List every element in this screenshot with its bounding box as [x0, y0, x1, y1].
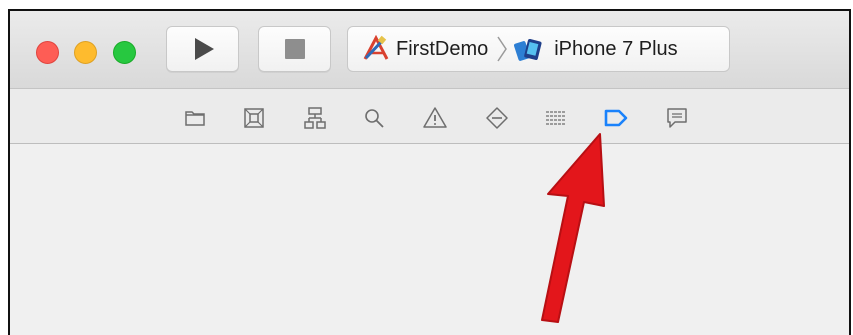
tab-report-navigator[interactable] — [662, 103, 692, 133]
xcode-window: FirstDemo iPhone 7 Plus — [8, 9, 851, 335]
hierarchy-icon — [304, 107, 326, 129]
diamond-minus-icon — [486, 107, 508, 129]
search-icon — [365, 109, 384, 128]
maximize-window-button[interactable] — [113, 41, 136, 64]
scheme-selector[interactable]: FirstDemo iPhone 7 Plus — [347, 26, 730, 72]
navigator-content-area — [10, 145, 849, 335]
scheme-device-label: iPhone 7 Plus — [554, 37, 678, 60]
tab-test-navigator[interactable] — [482, 103, 512, 133]
close-window-button[interactable] — [36, 41, 59, 64]
red-pointer-arrow — [541, 133, 605, 323]
warning-icon — [423, 107, 447, 128]
play-icon — [195, 38, 214, 60]
breakpoint-icon — [604, 109, 628, 127]
tab-source-control-navigator[interactable] — [239, 103, 269, 133]
tab-symbol-navigator[interactable] — [300, 103, 330, 133]
run-button[interactable] — [166, 26, 239, 72]
scheme-project-label: FirstDemo — [396, 37, 489, 60]
chevron-right-icon — [497, 36, 508, 62]
source-control-icon — [244, 108, 264, 128]
stop-button[interactable] — [258, 26, 331, 72]
minimize-window-button[interactable] — [74, 41, 97, 64]
navigator-selector-bar — [10, 89, 849, 144]
tab-project-navigator[interactable] — [180, 103, 210, 133]
window-toolbar: FirstDemo iPhone 7 Plus — [10, 11, 849, 89]
iphone-simulator-icon — [514, 38, 542, 61]
tab-issue-navigator[interactable] — [420, 103, 450, 133]
speech-bubble-icon — [667, 108, 687, 128]
xcode-app-icon — [363, 35, 389, 60]
stop-icon — [284, 39, 305, 59]
tab-find-navigator[interactable] — [359, 103, 389, 133]
list-lines-icon — [546, 111, 566, 125]
folder-icon — [185, 111, 205, 126]
